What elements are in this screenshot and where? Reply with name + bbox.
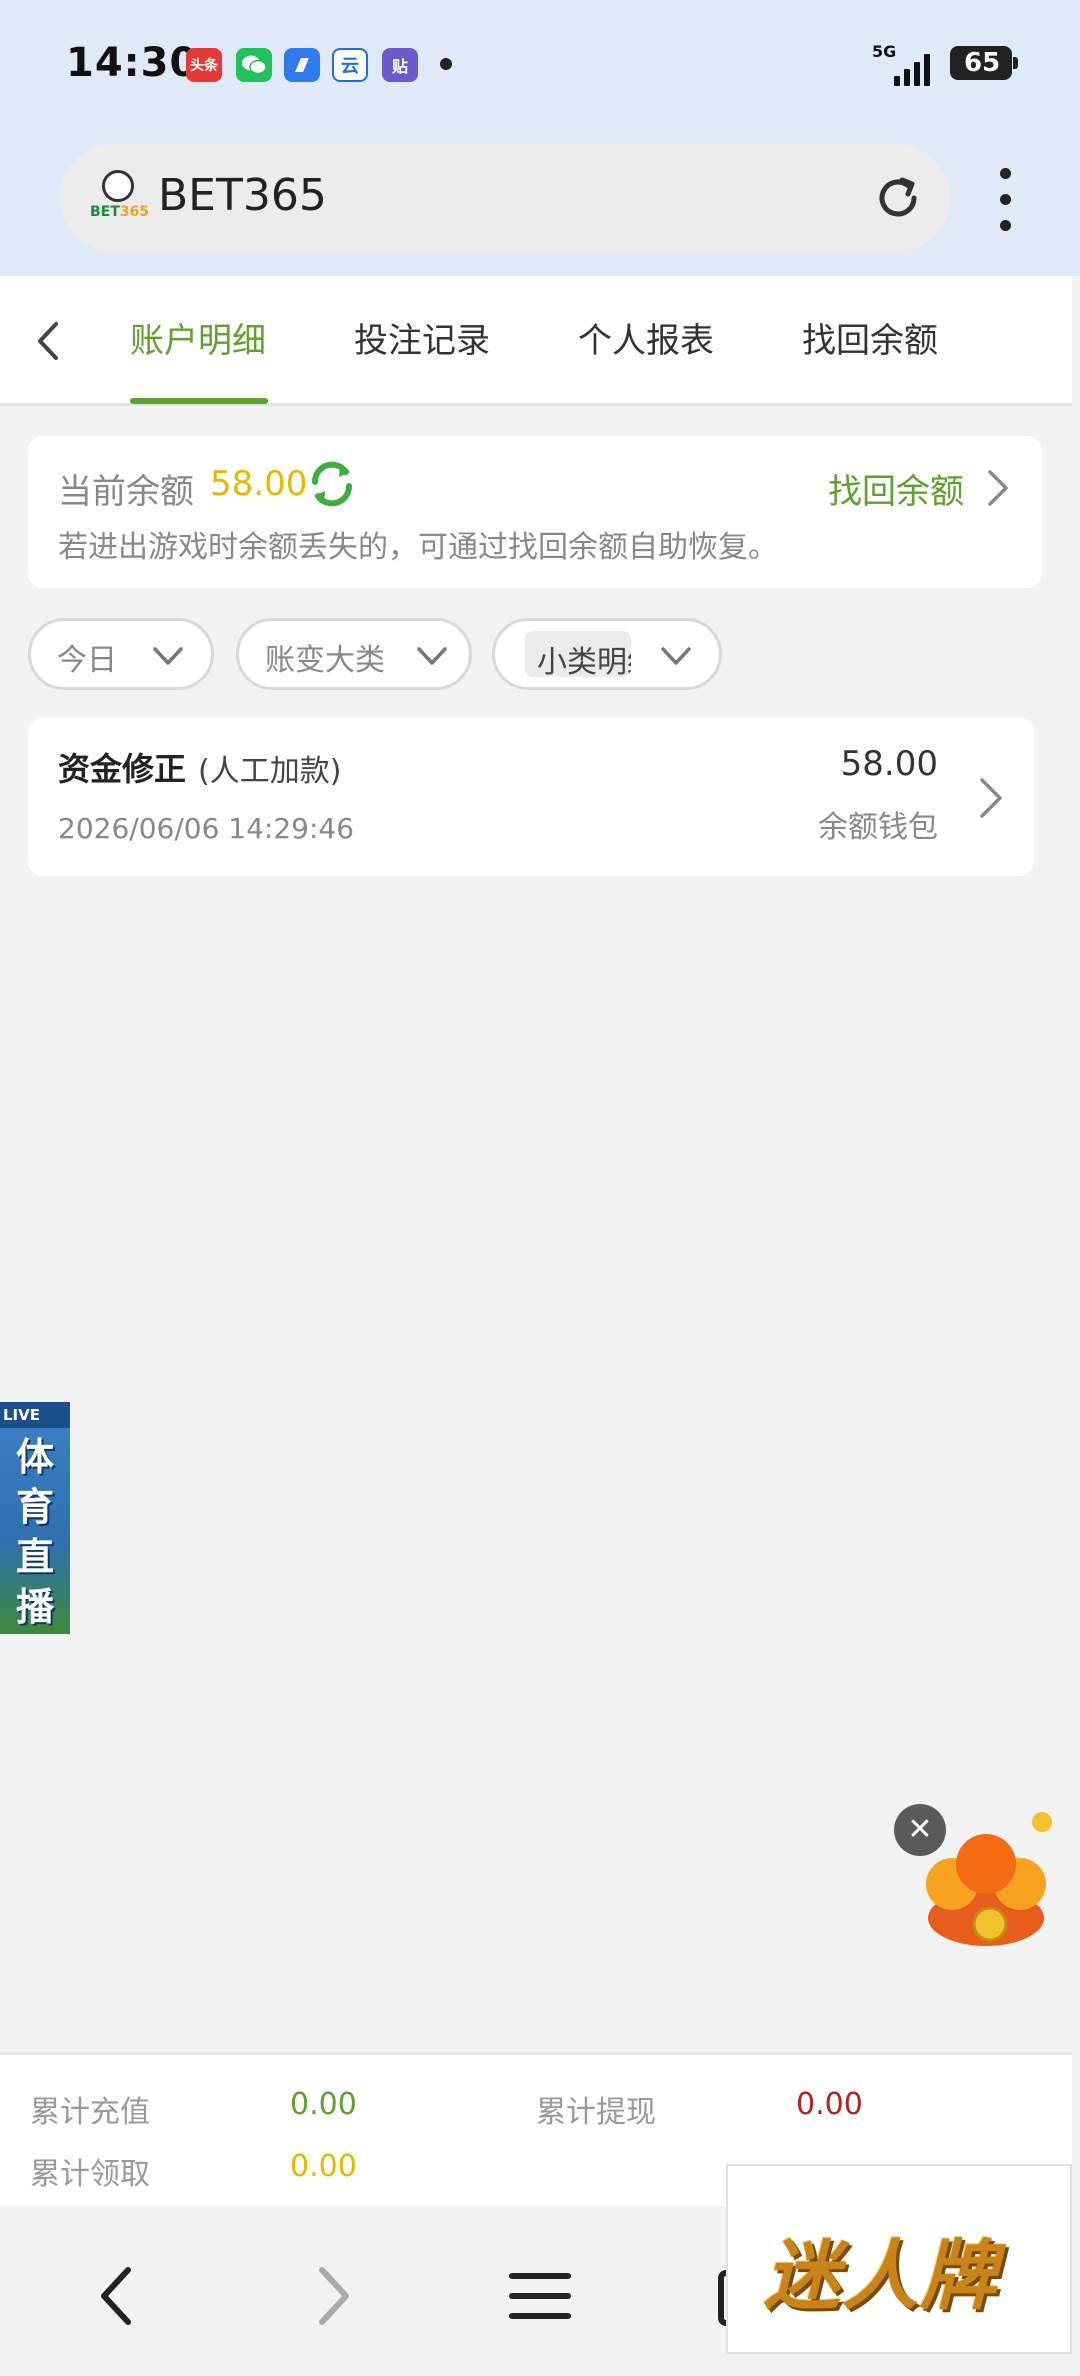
tab-personal-report[interactable]: 个人报表	[578, 316, 714, 366]
logo-text-b: 365	[119, 204, 150, 220]
ad-banner-text: 迷人牌	[764, 2231, 998, 2320]
reload-icon[interactable]	[868, 168, 928, 228]
date-filter-dropdown[interactable]: 今日	[28, 618, 214, 690]
nav-back-icon[interactable]	[80, 2256, 160, 2336]
subcategory-filter-label: 小类明细	[537, 645, 631, 677]
live-banner-text: 体育直播	[16, 1435, 55, 1629]
live-tag: LIVE	[0, 1402, 70, 1428]
record-subtitle: (人工加款)	[198, 754, 342, 789]
toutiao-icon: 头条	[186, 48, 222, 82]
close-promo-icon[interactable]: ✕	[894, 1804, 946, 1856]
nav-menu-icon[interactable]	[500, 2256, 580, 2336]
recharge-value: 0.00	[290, 2087, 357, 2122]
chevron-right-icon[interactable]	[986, 468, 1010, 508]
battery-icon: 65	[950, 46, 1018, 80]
subcategory-filter-pill: 小类明细	[525, 631, 631, 677]
subcategory-filter-dropdown[interactable]: 小类明细	[492, 618, 722, 690]
chevron-down-icon	[417, 647, 447, 665]
yun-icon: 云	[332, 48, 368, 82]
tieba-icon: 贴	[382, 48, 418, 82]
category-filter-dropdown[interactable]: 账变大类	[236, 618, 472, 690]
signal-icon: 5G	[872, 42, 936, 86]
status-bar: 14:30 头条 云 贴 5G 65	[0, 0, 1080, 130]
more-notifications-dot	[440, 58, 452, 70]
live-sports-banner[interactable]: LIVE 体育直播	[0, 1402, 70, 1634]
balance-card: 当前余额 58.00 找回余额 若进出游戏时余额丢失的，可通过找回余额自助恢复。	[28, 436, 1042, 588]
record-amount: 58.00	[840, 744, 938, 784]
balance-label: 当前余额	[58, 472, 194, 512]
tab-recover-balance[interactable]: 找回余额	[802, 316, 938, 366]
site-name: BET365	[158, 170, 327, 221]
site-logo-icon: BET365	[90, 170, 150, 226]
withdraw-value: 0.00	[796, 2087, 863, 2122]
ad-banner[interactable]: 迷人牌	[726, 2164, 1072, 2354]
recharge-label: 累计充值	[30, 2095, 150, 2130]
tab-bar: 账户明细 投注记录 个人报表 找回余额	[0, 276, 1072, 406]
balance-note: 若进出游戏时余额丢失的，可通过找回余额自助恢复。	[58, 530, 778, 565]
claim-label: 累计领取	[30, 2157, 150, 2192]
active-tab-indicator	[130, 398, 268, 404]
back-arrow-icon[interactable]	[30, 316, 66, 366]
wechat-icon	[236, 48, 272, 82]
claim-value: 0.00	[290, 2149, 357, 2184]
refresh-balance-icon[interactable]	[306, 458, 358, 510]
list-item[interactable]: 资金修正 (人工加款) 2026/06/06 14:29:46 58.00 余额…	[28, 718, 1034, 876]
tab-bet-records[interactable]: 投注记录	[354, 316, 490, 366]
browser-chrome: 14:30 头条 云 贴 5G 65 BET365 BET365	[0, 0, 1080, 276]
nav-forward-icon[interactable]	[290, 2256, 370, 2336]
network-type: 5G	[872, 42, 897, 61]
balance-value: 58.00	[210, 464, 308, 504]
tab-account-details[interactable]: 账户明细	[130, 316, 266, 366]
chevron-down-icon	[661, 647, 691, 665]
record-time: 2026/06/06 14:29:46	[58, 812, 355, 845]
withdraw-label: 累计提现	[536, 2095, 656, 2130]
battery-level: 65	[964, 48, 1001, 78]
date-filter-label: 今日	[57, 643, 117, 678]
browser-icon	[284, 48, 320, 82]
more-menu-icon[interactable]	[990, 168, 1020, 231]
record-title: 资金修正	[58, 750, 187, 788]
address-bar[interactable]: BET365 BET365	[60, 144, 950, 252]
recover-balance-link[interactable]: 找回余额	[828, 464, 964, 513]
status-time: 14:30	[66, 40, 199, 86]
chevron-right-icon	[980, 778, 1002, 818]
logo-text-a: BET	[90, 204, 120, 220]
chevron-down-icon	[153, 647, 183, 665]
category-filter-label: 账变大类	[265, 643, 385, 678]
record-wallet: 余额钱包	[818, 810, 938, 845]
